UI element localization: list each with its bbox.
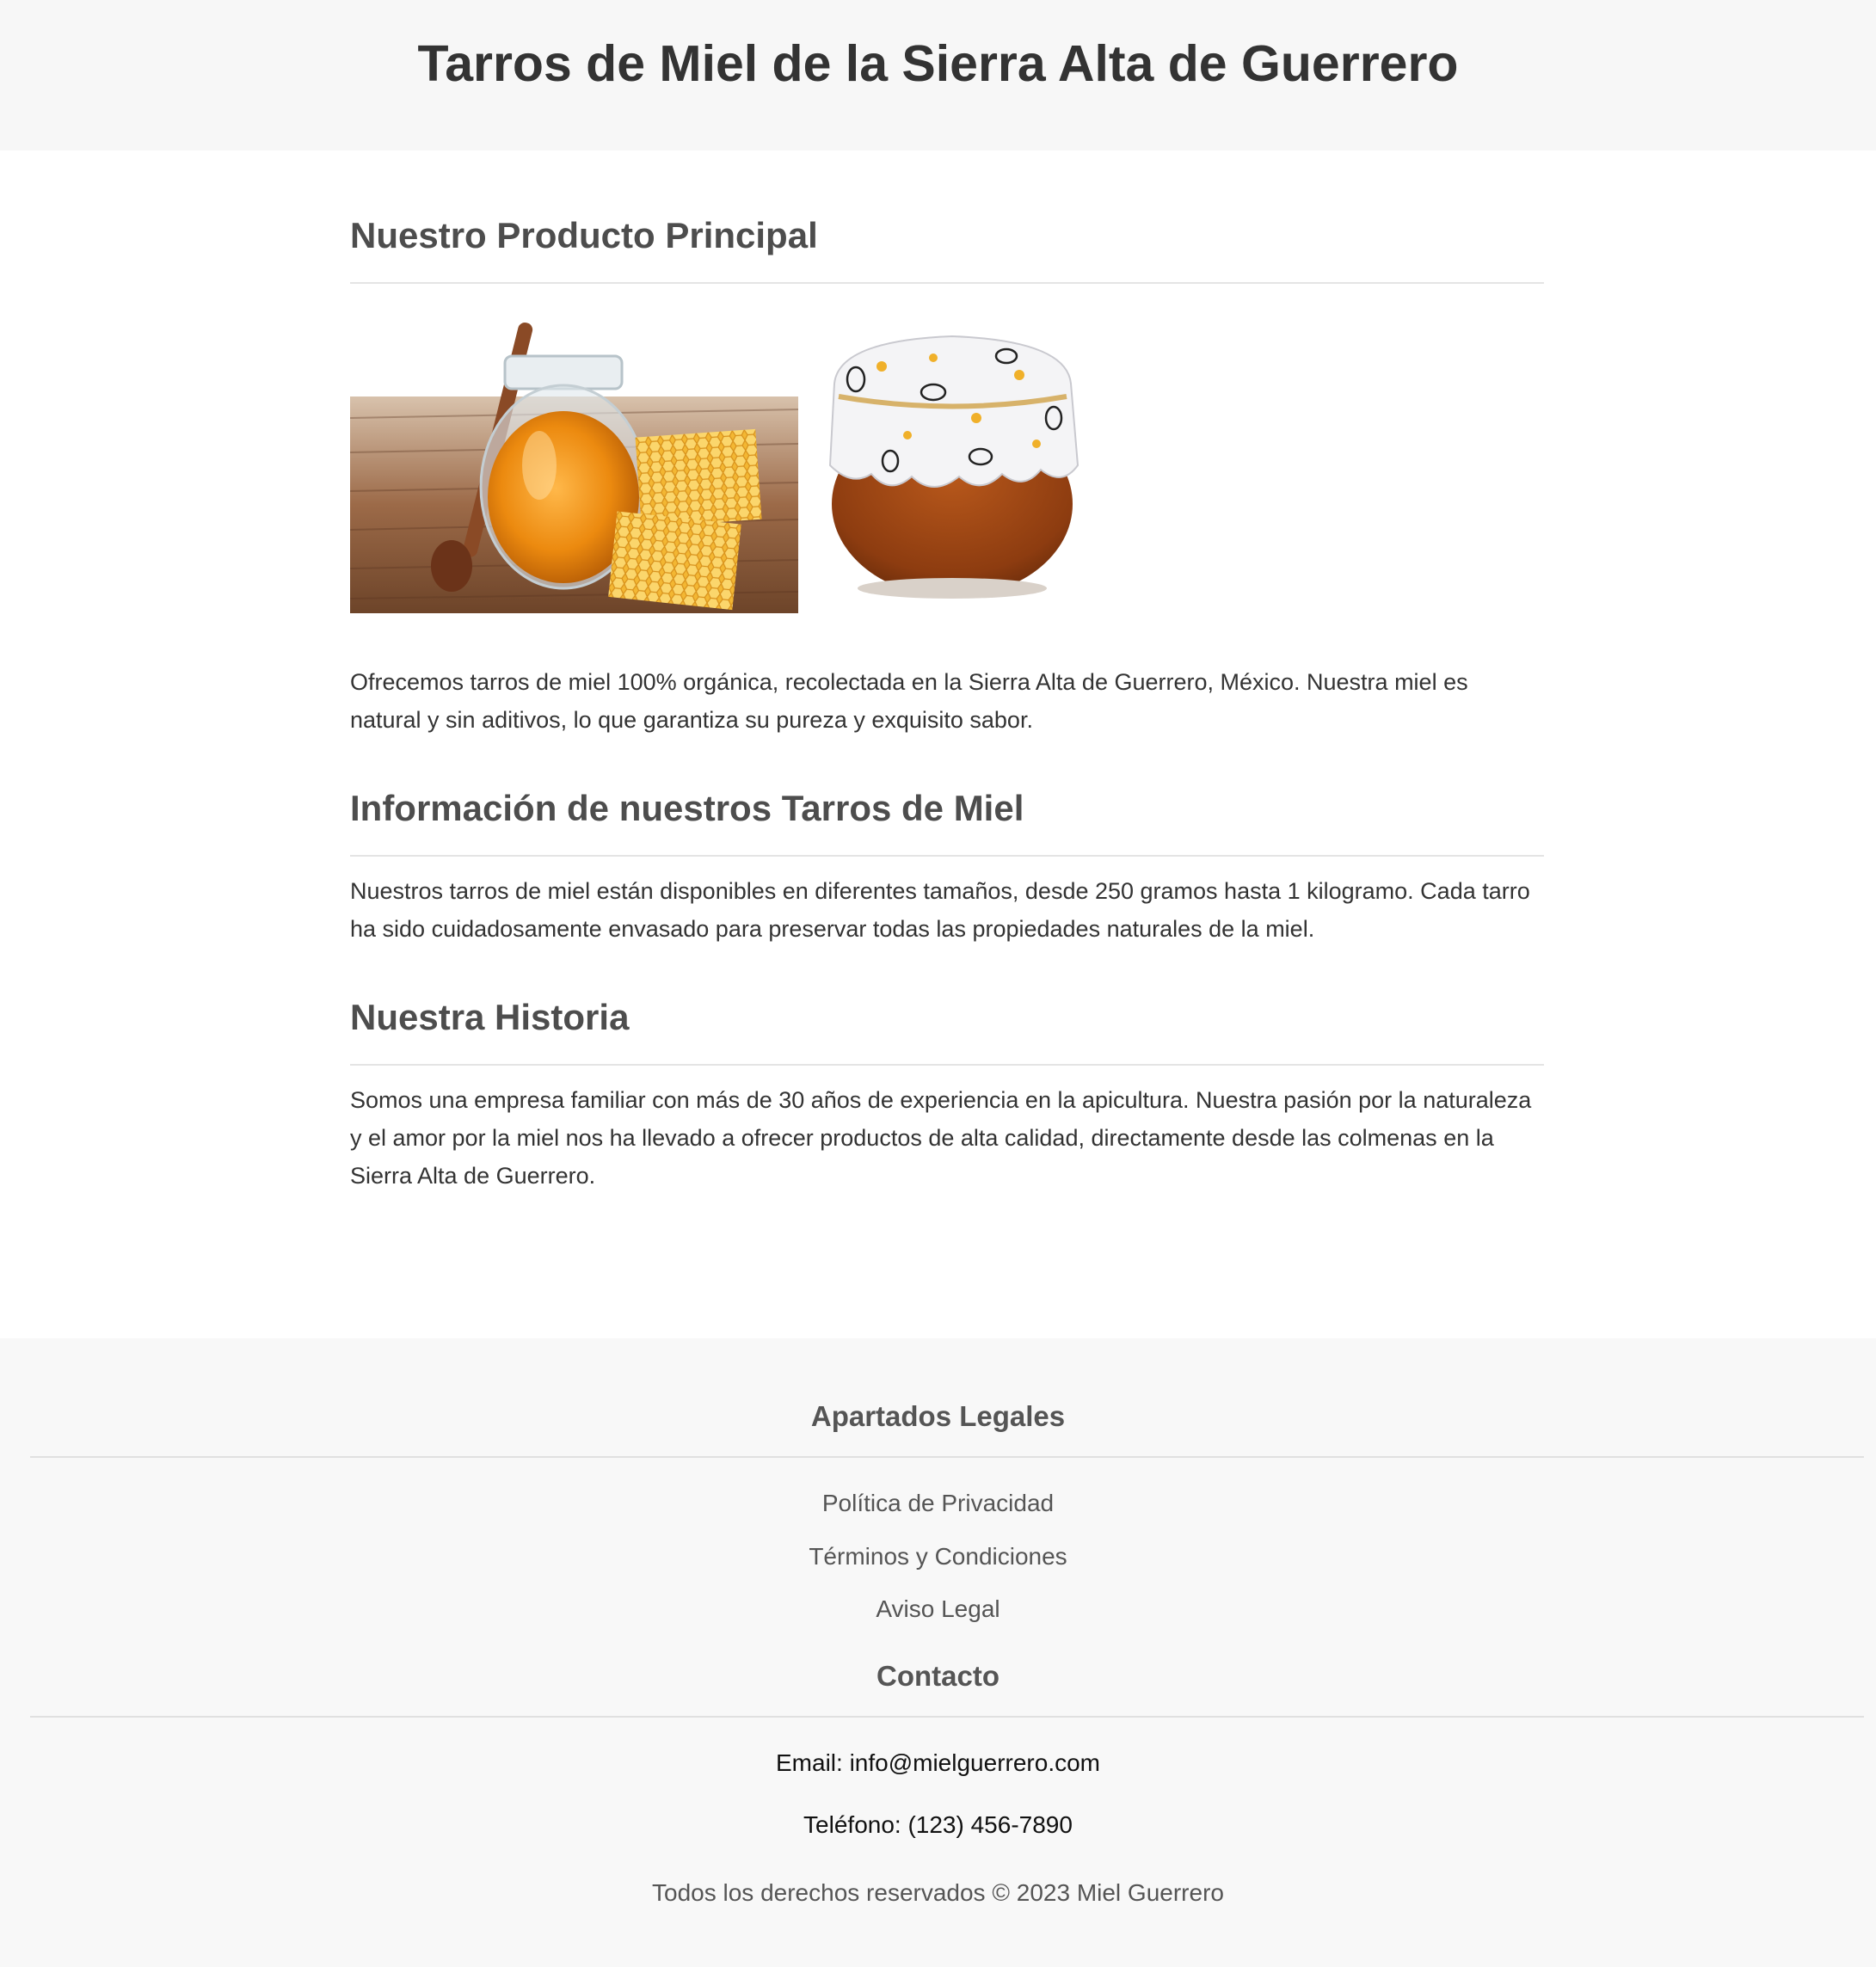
legal-notice-link[interactable]: Aviso Legal [0,1595,1876,1623]
honey-jar-fabric-lid-image [804,315,1103,613]
product-description: Ofrecemos tarros de miel 100% orgánica, … [350,669,1468,733]
contact-email: Email: info@mielguerrero.com [776,1749,1100,1776]
legal-heading: Apartados Legales [810,1400,1066,1432]
info-heading: Información de nuestros Tarros de Miel [350,788,1024,828]
honey-jar-dipper-image [350,315,798,613]
contact-phone: Teléfono: (123) 456-7890 [803,1811,1073,1838]
terms-conditions-link[interactable]: Términos y Condiciones [0,1543,1876,1571]
footer-divider [30,1456,1864,1458]
divider [350,1064,1544,1066]
info-text: Nuestros tarros de miel están disponible… [350,878,1530,942]
site-header: Tarros de Miel de la Sierra Alta de Guer… [0,0,1876,151]
privacy-policy-link[interactable]: Política de Privacidad [0,1490,1876,1517]
contact-heading: Contacto [876,1660,1000,1692]
site-footer: Apartados Legales Política de Privacidad… [0,1338,1876,1967]
site-title: Tarros de Miel de la Sierra Alta de Guer… [417,35,1459,92]
history-text: Somos una empresa familiar con más de 30… [350,1087,1532,1189]
divider [350,282,1544,284]
history-heading: Nuestra Historia [350,997,630,1037]
footer-divider [30,1716,1864,1718]
product-heading: Nuestro Producto Principal [350,215,818,255]
divider [350,855,1544,857]
copyright-text: Todos los derechos reservados © 2023 Mie… [652,1879,1224,1906]
